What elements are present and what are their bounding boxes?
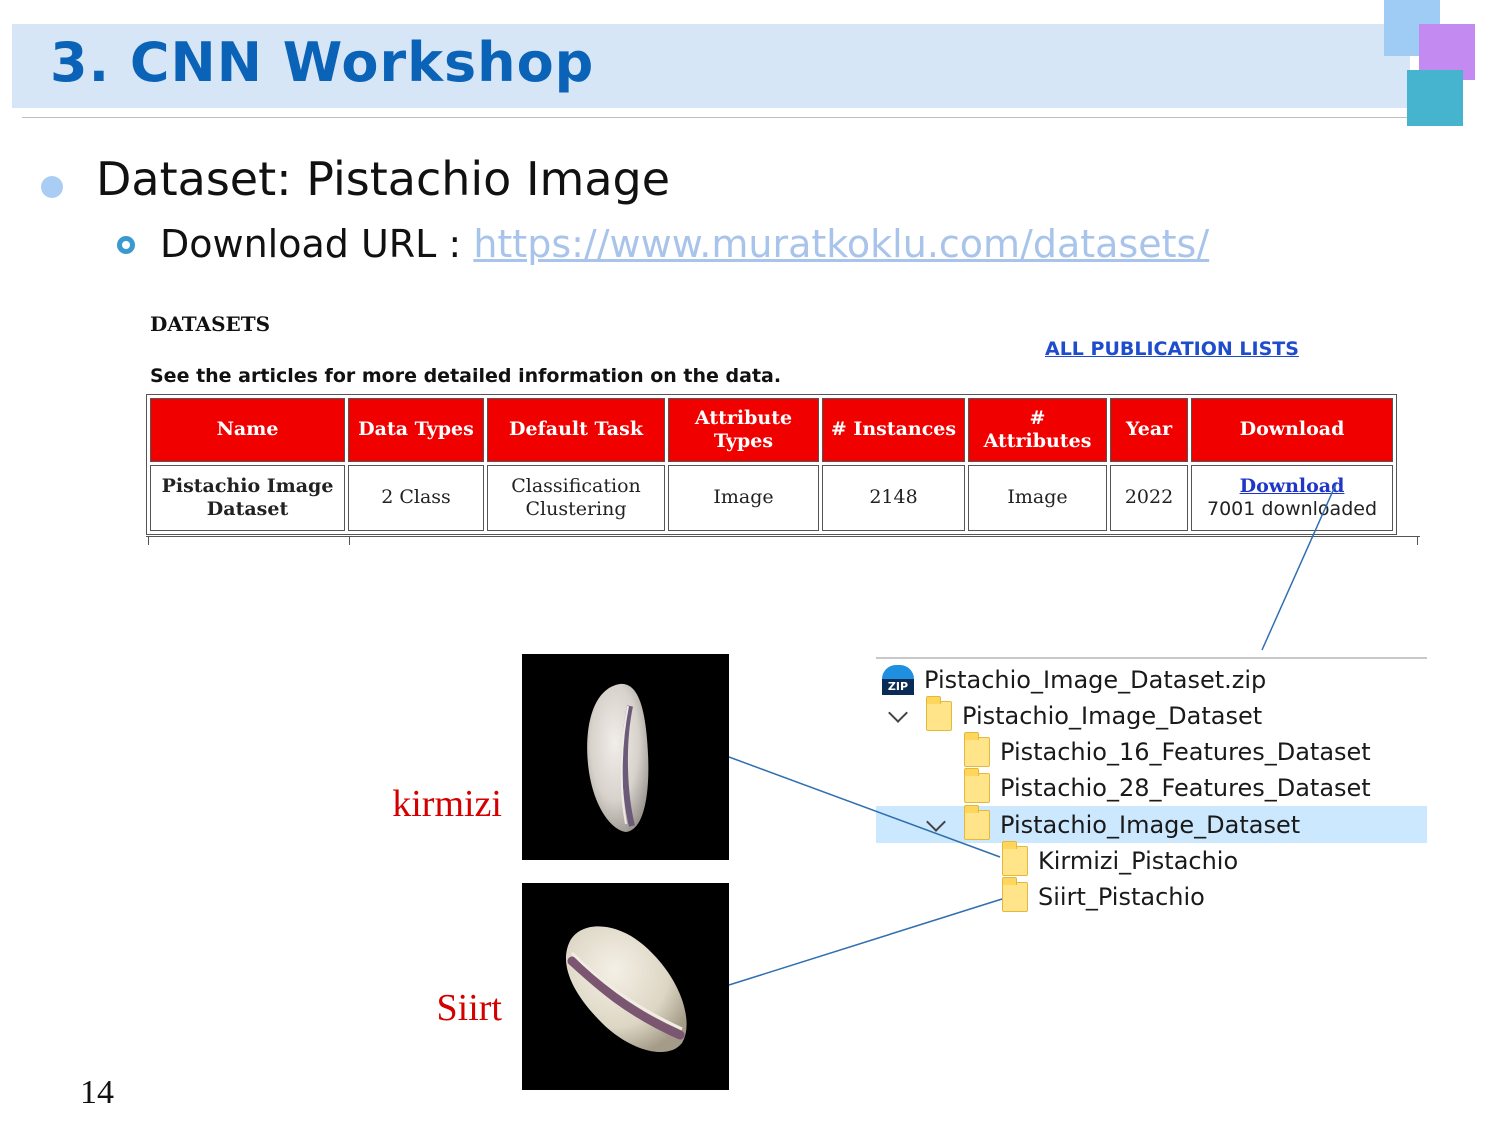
tree-item-folder-image[interactable]: Pistachio_Image_Dataset <box>964 805 1301 843</box>
tree-item-folder-16[interactable]: Pistachio_16_Features_Dataset <box>964 732 1371 770</box>
download-count: 7001 downloaded <box>1206 498 1378 520</box>
title-divider <box>22 117 1436 118</box>
tree-item-folder-28[interactable]: Pistachio_28_Features_Dataset <box>964 768 1371 806</box>
header-instances: # Instances <box>822 398 965 462</box>
tree-item-folder-root[interactable]: Pistachio_Image_Dataset <box>926 696 1263 734</box>
tree-item-label: Pistachio_Image_Dataset <box>1000 811 1301 839</box>
cell-instances: 2148 <box>822 465 965 531</box>
download-url-link[interactable]: https://www.muratkoklu.com/datasets/ <box>473 222 1209 266</box>
bullet-dot-icon <box>41 176 63 198</box>
slide-title: 3. CNN Workshop <box>50 31 595 94</box>
bullet-dataset: Dataset: Pistachio Image <box>96 152 671 206</box>
task-classification: Classification <box>511 474 641 497</box>
task-clustering: Clustering <box>525 498 627 520</box>
tree-item-label: Pistachio_28_Features_Dataset <box>1000 774 1371 802</box>
datasets-table: Name Data Types Default Task Attribute T… <box>146 394 1397 535</box>
header-name: Name <box>150 398 345 462</box>
folder-icon <box>964 768 990 803</box>
cell-attributes: Image <box>968 465 1107 531</box>
tree-item-folder-kirmizi[interactable]: Kirmizi_Pistachio <box>1002 841 1239 879</box>
tree-item-label: Pistachio_16_Features_Dataset <box>1000 738 1371 766</box>
tree-item-label: Siirt_Pistachio <box>1038 883 1205 911</box>
header-attributes: # Attributes <box>968 398 1107 462</box>
cell-name: Pistachio Image Dataset <box>150 465 345 531</box>
cell-default-task: Classification Clustering <box>487 465 665 531</box>
folder-icon <box>964 805 990 840</box>
explorer-top-border <box>876 657 1427 659</box>
chevron-down-icon[interactable] <box>888 703 908 723</box>
header-default-task: Default Task <box>487 398 665 462</box>
header-attribute-types: Attribute Types <box>668 398 819 462</box>
header-data-types: Data Types <box>348 398 484 462</box>
table-next-row-edge <box>146 536 1420 545</box>
cell-download: Download 7001 downloaded <box>1191 465 1393 531</box>
table-edge-mid <box>349 537 350 545</box>
bullet-download-url: Download URL : https://www.muratkoklu.co… <box>160 222 1209 268</box>
kirmizi-pistachio-drawing <box>587 683 649 832</box>
download-link[interactable]: Download <box>1196 475 1388 498</box>
label-kirmizi: kirmizi <box>392 783 502 825</box>
datasets-subtitle: See the articles for more detailed infor… <box>150 365 782 387</box>
cell-year: 2022 <box>1110 465 1188 531</box>
table-header-row: Name Data Types Default Task Attribute T… <box>150 398 1393 462</box>
siirt-pistachio-drawing <box>565 926 687 1053</box>
sub-bullet-ring-icon <box>117 236 135 254</box>
kirmizi-pistachio-image <box>522 654 729 860</box>
datasets-heading: DATASETS <box>150 312 271 336</box>
siirt-pistachio-image <box>522 883 729 1090</box>
zip-icon-top <box>882 665 914 679</box>
cell-attribute-types: Image <box>668 465 819 531</box>
zip-icon-badge: ZIP <box>882 679 914 695</box>
header-download: Download <box>1191 398 1393 462</box>
decor-square-teal <box>1407 70 1463 126</box>
folder-icon <box>926 696 952 731</box>
header-year: Year <box>1110 398 1188 462</box>
connector-siirt <box>728 898 1003 986</box>
page-number: 14 <box>80 1074 114 1111</box>
all-publication-lists-link[interactable]: ALL PUBLICATION LISTS <box>1045 338 1299 360</box>
folder-icon <box>1002 877 1028 912</box>
tree-item-folder-siirt[interactable]: Siirt_Pistachio <box>1002 877 1205 915</box>
download-url-prefix: Download URL : <box>160 222 474 266</box>
table-row: Pistachio Image Dataset 2 Class Classifi… <box>150 465 1393 531</box>
zip-archive-icon: ZIP <box>882 665 914 695</box>
tree-item-zip[interactable]: ZIP Pistachio_Image_Dataset.zip <box>882 662 1266 698</box>
table-edge-left <box>148 537 149 545</box>
cell-data-types: 2 Class <box>348 465 484 531</box>
label-siirt: Siirt <box>436 987 502 1029</box>
table-edge-right <box>1417 537 1418 545</box>
folder-icon <box>964 732 990 767</box>
folder-icon <box>1002 841 1028 876</box>
tree-item-label: Pistachio_Image_Dataset <box>962 702 1263 730</box>
tree-item-label: Pistachio_Image_Dataset.zip <box>924 666 1267 694</box>
tree-item-label: Kirmizi_Pistachio <box>1038 847 1239 875</box>
